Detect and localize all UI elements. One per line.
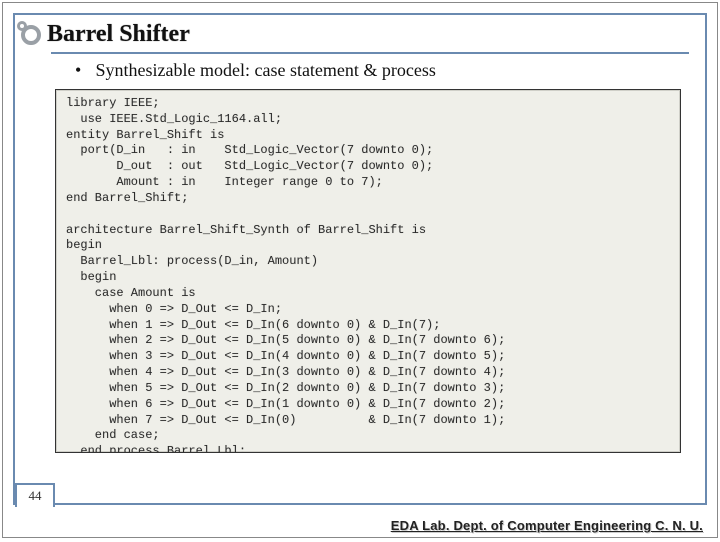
page-number: 44 [15, 483, 55, 507]
slide-inner-frame: Barrel Shifter • Synthesizable model: ca… [13, 13, 707, 505]
code-box: library IEEE; use IEEE.Std_Logic_1164.al… [55, 89, 681, 453]
bullet-text: Synthesizable model: case statement & pr… [96, 60, 436, 80]
gear-icon [21, 25, 41, 45]
slide-title: Barrel Shifter [47, 21, 699, 48]
title-underline [51, 52, 689, 54]
title-row: Barrel Shifter [15, 15, 705, 48]
gear-small-icon [17, 21, 27, 31]
footer-text: EDA Lab. Dept. of Computer Engineering C… [391, 518, 703, 533]
bullet-marker: • [75, 60, 91, 81]
bullet-line: • Synthesizable model: case statement & … [75, 60, 665, 81]
code-content: library IEEE; use IEEE.Std_Logic_1164.al… [66, 96, 670, 453]
slide-outer-frame: Barrel Shifter • Synthesizable model: ca… [2, 2, 718, 538]
